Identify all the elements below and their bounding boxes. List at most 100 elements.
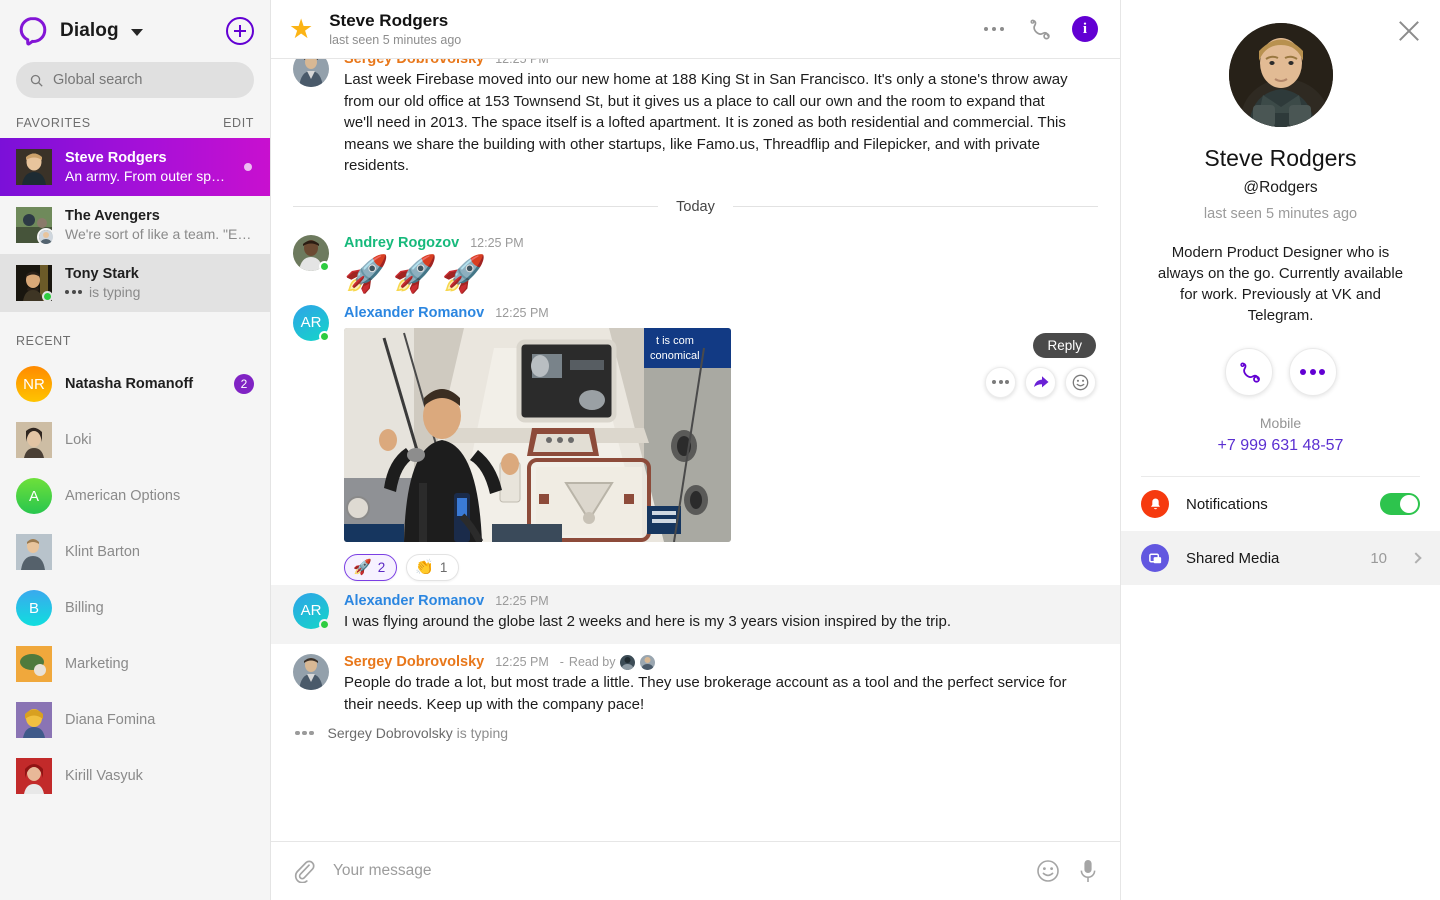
read-avatar bbox=[640, 654, 656, 670]
recent-item-name: Diana Fomina bbox=[65, 712, 156, 728]
message-time: 12:25 PM bbox=[495, 305, 549, 320]
chat-title: Steve Rodgers bbox=[329, 11, 449, 30]
reaction-clap[interactable]: 👏 1 bbox=[406, 553, 460, 581]
message-input[interactable] bbox=[333, 862, 1018, 880]
dialog-logo-icon bbox=[16, 14, 50, 48]
rocket-emoji-icon: 🚀 bbox=[353, 559, 372, 576]
divider-line-right bbox=[732, 206, 1099, 207]
recent-item-marketing[interactable]: Marketing bbox=[0, 636, 270, 692]
avatar bbox=[16, 646, 52, 682]
chat-list-item-the-avengers[interactable]: The Avengers We're sort of like a team. … bbox=[0, 196, 270, 254]
divider-label: Today bbox=[676, 198, 715, 215]
forward-arrow-icon[interactable] bbox=[1025, 366, 1056, 398]
chat-list-item-tony-stark[interactable]: Tony Stark is typing bbox=[0, 254, 270, 312]
avatar-initials: NR bbox=[16, 366, 52, 402]
message-author[interactable]: Alexander Romanov bbox=[344, 593, 484, 609]
typing-text: Sergey Dobrovolsky is typing bbox=[328, 725, 509, 741]
profile-row-label: Notifications bbox=[1186, 495, 1268, 513]
message-item: AR Alexander Romanov 12:25 PM I was flyi… bbox=[271, 584, 1120, 644]
message-meta: Alexander Romanov 12:25 PM bbox=[344, 593, 1098, 609]
recent-item-loki[interactable]: Loki bbox=[0, 412, 270, 468]
search-box[interactable] bbox=[16, 62, 254, 98]
message-item: AR Alexander Romanov 12:25 PM t is com c… bbox=[271, 301, 1120, 585]
message-author[interactable]: Sergey Dobrovolsky bbox=[344, 59, 484, 67]
message-body: Andrey Rogozov 12:25 PM 🚀🚀🚀 bbox=[344, 235, 1098, 297]
phone-icon[interactable] bbox=[1224, 348, 1273, 396]
avatar bbox=[16, 207, 55, 246]
profile-name: Steve Rodgers bbox=[1204, 145, 1357, 171]
profile-handle: @Rodgers bbox=[1243, 179, 1318, 196]
avatar bbox=[293, 234, 330, 272]
info-icon[interactable]: i bbox=[1072, 16, 1098, 42]
avatar: AR bbox=[293, 592, 330, 630]
star-icon[interactable]: ★ bbox=[289, 15, 313, 43]
chat-item-name: Steve Rodgers bbox=[65, 150, 167, 166]
recent-item-american-options[interactable]: A American Options bbox=[0, 468, 270, 524]
recent-item-diana-fomina[interactable]: Diana Fomina bbox=[0, 692, 270, 748]
avatar-initials: A bbox=[16, 478, 52, 514]
message-time: 12:25 PM bbox=[495, 593, 549, 608]
more-horizontal-icon[interactable] bbox=[985, 366, 1016, 398]
message-hover-tools: Reply bbox=[985, 332, 1096, 398]
avatar bbox=[16, 265, 53, 302]
message-photo[interactable]: t is com conomical bbox=[344, 327, 731, 542]
message-body: Alexander Romanov 12:25 PM I was flying … bbox=[344, 593, 1098, 633]
favorites-header: FAVORITES EDIT bbox=[0, 110, 270, 138]
unread-badge: 2 bbox=[234, 374, 254, 394]
close-icon[interactable] bbox=[1396, 18, 1422, 44]
search-input[interactable] bbox=[53, 72, 240, 88]
reaction-rocket[interactable]: 🚀 2 bbox=[344, 553, 398, 581]
avatar bbox=[16, 758, 52, 794]
recent-header: RECENT bbox=[0, 312, 270, 356]
message-author[interactable]: Alexander Romanov bbox=[344, 305, 484, 321]
recent-item-klint-barton[interactable]: Klint Barton bbox=[0, 524, 270, 580]
avatar: A bbox=[16, 478, 52, 514]
message-list: Sergey Dobrovolsky 12:25 PM Last week Fi… bbox=[271, 59, 1120, 841]
chat-header-actions: i bbox=[982, 16, 1098, 42]
smiley-icon[interactable] bbox=[1036, 859, 1060, 883]
message-meta: Sergey Dobrovolsky 12:25 PM - Read by bbox=[344, 654, 1098, 670]
phone-icon[interactable] bbox=[1026, 16, 1052, 42]
profile-row-notifications[interactable]: Notifications bbox=[1121, 477, 1440, 531]
recent-item-name: Klint Barton bbox=[65, 544, 140, 560]
recent-item-kirill-vasyuk[interactable]: Kirill Vasyuk bbox=[0, 748, 270, 804]
sidebar: Dialog FAVORITES EDIT bbox=[0, 0, 271, 900]
phone-value[interactable]: +7 999 631 48-57 bbox=[1121, 437, 1440, 455]
chat-item-preview: We're sort of like a team. "Ea… bbox=[65, 226, 254, 242]
recent-item-natasha-romanoff[interactable]: NR Natasha Romanoff 2 bbox=[0, 356, 270, 412]
smiley-icon[interactable] bbox=[1065, 366, 1096, 398]
sidebar-header: Dialog bbox=[0, 0, 270, 62]
message-author[interactable]: Andrey Rogozov bbox=[344, 235, 459, 251]
chevron-down-icon[interactable] bbox=[130, 29, 143, 36]
profile-avatar[interactable] bbox=[1228, 23, 1333, 127]
message-time: 12:25 PM bbox=[495, 655, 549, 669]
plus-circle-icon[interactable] bbox=[226, 17, 254, 45]
more-horizontal-icon[interactable] bbox=[982, 21, 1007, 38]
avatar: AR bbox=[293, 304, 330, 342]
notifications-toggle[interactable] bbox=[1380, 493, 1420, 515]
chat-item-meta: Steve Rodgers An army. From outer space. bbox=[65, 150, 231, 184]
message-author[interactable]: Sergey Dobrovolsky bbox=[344, 654, 484, 670]
favorites-label: FAVORITES bbox=[16, 116, 91, 130]
app-title: Dialog bbox=[60, 20, 119, 41]
avatar: NR bbox=[16, 366, 52, 402]
svg-text:t is com: t is com bbox=[656, 335, 694, 347]
chat-panel: ★ Steve Rodgers last seen 5 minutes ago … bbox=[271, 0, 1120, 900]
chat-list-item-steve-rodgers[interactable]: Steve Rodgers An army. From outer space. bbox=[0, 138, 270, 196]
recent-item-billing[interactable]: B Billing bbox=[0, 580, 270, 636]
more-horizontal-icon[interactable] bbox=[1288, 348, 1337, 396]
chat-item-preview: An army. From outer space. bbox=[65, 168, 231, 184]
profile-panel: Steve Rodgers @Rodgers last seen 5 minut… bbox=[1120, 0, 1440, 900]
favorites-edit-button[interactable]: EDIT bbox=[223, 116, 254, 130]
shared-media-count: 10 bbox=[1370, 549, 1387, 567]
paperclip-icon[interactable] bbox=[293, 859, 315, 883]
avatar bbox=[16, 702, 52, 738]
avatar bbox=[16, 149, 52, 185]
chat-subtitle: last seen 5 minutes ago bbox=[329, 33, 462, 47]
typing-suffix: is typing bbox=[456, 725, 509, 741]
bell-icon bbox=[1141, 490, 1169, 518]
microphone-icon[interactable] bbox=[1078, 858, 1098, 884]
online-indicator bbox=[319, 618, 330, 630]
recent-item-name: Loki bbox=[65, 432, 92, 448]
profile-row-shared-media[interactable]: Shared Media 10 bbox=[1121, 531, 1440, 585]
